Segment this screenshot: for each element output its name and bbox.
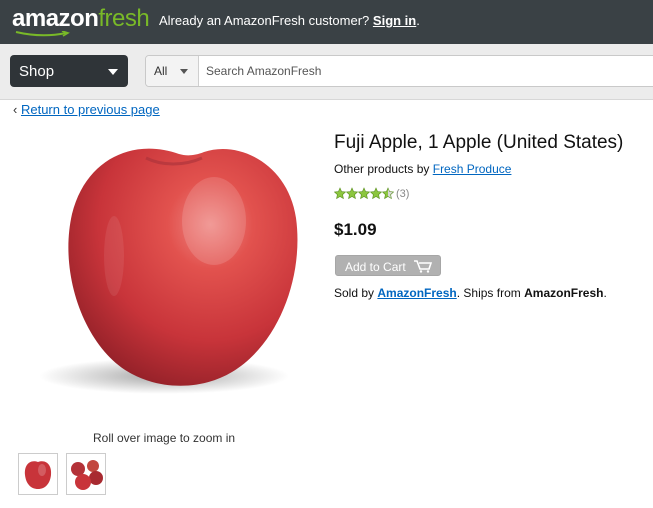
- signin-punct: .: [416, 13, 420, 28]
- rating-stars[interactable]: [334, 187, 394, 201]
- shop-menu-button[interactable]: Shop: [10, 55, 128, 87]
- add-to-cart-button[interactable]: Add to Cart: [335, 255, 441, 276]
- seller-line: Sold by AmazonFresh. Ships from AmazonFr…: [334, 286, 607, 300]
- search-bar: All: [145, 55, 653, 87]
- shop-label: Shop: [19, 63, 55, 80]
- review-count-link[interactable]: (3): [396, 188, 409, 200]
- product-title: Fuji Apple, 1 Apple (United States): [334, 132, 624, 153]
- breadcrumb: ‹ Return to previous page: [13, 102, 160, 117]
- seller-line-punct: .: [603, 286, 607, 300]
- search-category-dropdown[interactable]: All: [146, 56, 199, 86]
- apples-thumbnail-icon: [71, 460, 103, 490]
- half-star-icon: [381, 187, 394, 200]
- product-price: $1.09: [334, 220, 377, 239]
- cart-icon: [414, 260, 433, 273]
- add-to-cart-label: Add to Cart: [345, 260, 406, 274]
- chevron-down-icon: [180, 69, 188, 74]
- nav-bar: Shop All: [0, 44, 653, 100]
- thumbnail-apple-group[interactable]: [66, 453, 106, 495]
- signin-prompt: Already an AmazonFresh customer? Sign in…: [159, 13, 420, 28]
- product-image[interactable]: [34, 136, 324, 401]
- apple-thumbnail-icon: [24, 461, 52, 489]
- star-icon: [334, 187, 347, 200]
- search-category-label: All: [154, 64, 168, 78]
- top-bar: amazonfresh Already an AmazonFresh custo…: [0, 0, 653, 44]
- brand-prefix: Other products by: [334, 162, 430, 176]
- return-to-previous-link[interactable]: Return to previous page: [21, 102, 160, 117]
- star-icon: [357, 187, 371, 200]
- star-icon: [369, 187, 383, 200]
- chevron-left-icon: ‹: [13, 102, 18, 117]
- zoom-hint: Roll over image to zoom in: [93, 431, 236, 445]
- signin-prompt-text: Already an AmazonFresh customer?: [159, 13, 370, 28]
- star-icon: [345, 187, 359, 200]
- ships-from-seller: AmazonFresh: [524, 286, 604, 300]
- chevron-down-icon: [108, 69, 118, 75]
- signin-link[interactable]: Sign in: [373, 13, 416, 28]
- search-input[interactable]: [202, 56, 650, 86]
- ships-from-text: . Ships from: [456, 286, 521, 300]
- amazonfresh-logo[interactable]: amazonfresh: [12, 5, 150, 33]
- seller-link[interactable]: AmazonFresh: [377, 286, 456, 300]
- sold-by-prefix: Sold by: [334, 286, 375, 300]
- brand-line: Other products by Fresh Produce: [334, 162, 511, 176]
- logo-text-amazon: amazon: [12, 5, 99, 32]
- logo-text-fresh: fresh: [98, 5, 150, 32]
- brand-link[interactable]: Fresh Produce: [433, 162, 512, 176]
- logo-smile-icon: [15, 31, 70, 37]
- thumbnail-single-apple[interactable]: [18, 453, 58, 495]
